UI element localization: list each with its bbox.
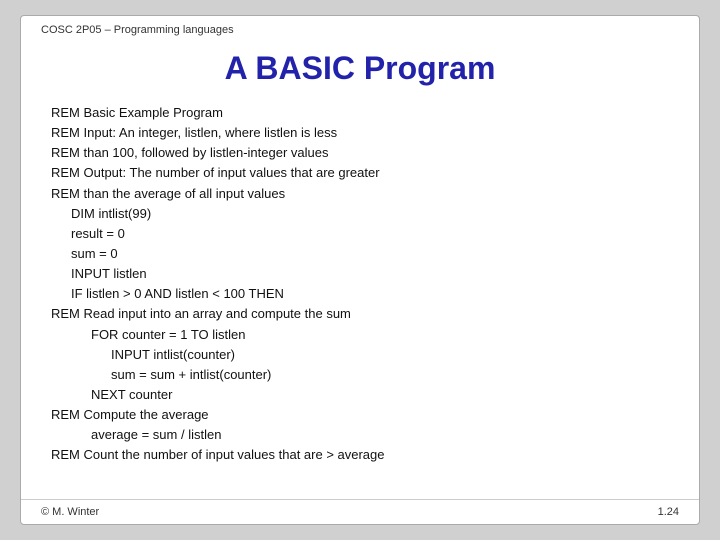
slide-content: REM Basic Example ProgramREM Input: An i… [21, 103, 699, 499]
content-line: NEXT counter [51, 385, 669, 405]
content-line: REM Count the number of input values tha… [51, 445, 669, 465]
content-line: sum = 0 [51, 244, 669, 264]
content-line: REM than 100, followed by listlen-intege… [51, 143, 669, 163]
content-line: IF listlen > 0 AND listlen < 100 THEN [51, 284, 669, 304]
content-line: INPUT listlen [51, 264, 669, 284]
content-line: result = 0 [51, 224, 669, 244]
header-text: COSC 2P05 – Programming languages [41, 24, 234, 36]
slide-header: COSC 2P05 – Programming languages [21, 16, 699, 40]
title-text: A BASIC Program [41, 50, 679, 87]
slide-title: A BASIC Program [21, 40, 699, 103]
content-line: REM than the average of all input values [51, 184, 669, 204]
footer-left: © M. Winter [41, 506, 99, 518]
content-line: REM Compute the average [51, 405, 669, 425]
content-line: FOR counter = 1 TO listlen [51, 325, 669, 345]
content-line: INPUT intlist(counter) [51, 345, 669, 365]
content-line: DIM intlist(99) [51, 204, 669, 224]
content-line: average = sum / listlen [51, 425, 669, 445]
slide-footer: © M. Winter 1.24 [21, 499, 699, 524]
content-line: sum = sum + intlist(counter) [51, 365, 669, 385]
footer-right: 1.24 [658, 506, 679, 518]
content-line: REM Read input into an array and compute… [51, 304, 669, 324]
content-line: REM Output: The number of input values t… [51, 163, 669, 183]
slide: COSC 2P05 – Programming languages A BASI… [20, 15, 700, 525]
content-line: REM Input: An integer, listlen, where li… [51, 123, 669, 143]
content-line: REM Basic Example Program [51, 103, 669, 123]
